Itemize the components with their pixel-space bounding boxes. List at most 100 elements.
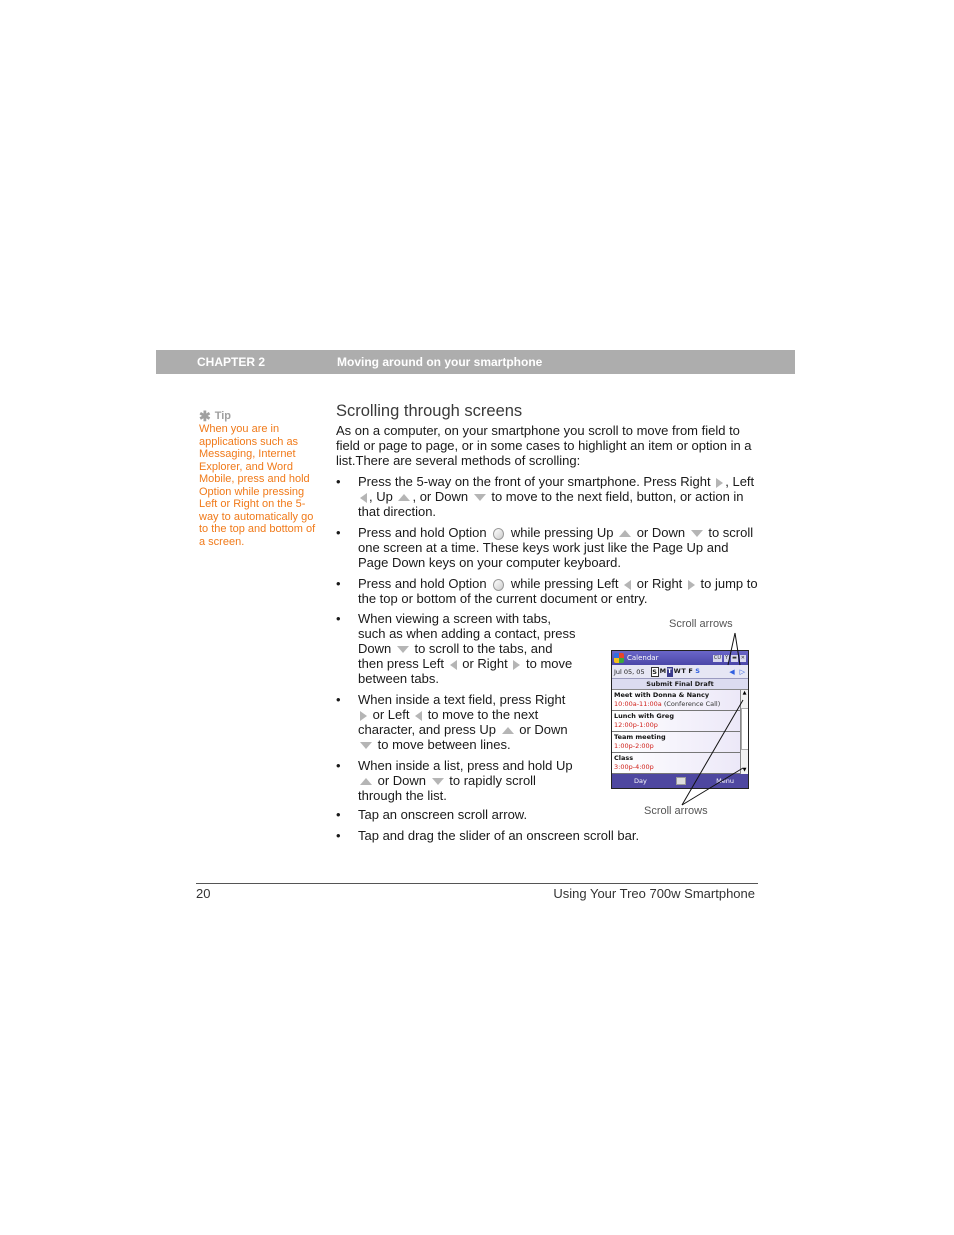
intro-paragraph: As on a computer, on your smartphone you…	[336, 423, 752, 468]
bullet: •	[336, 525, 341, 540]
day-friday[interactable]: F	[688, 667, 694, 677]
asterisk-icon: ✱	[199, 408, 211, 424]
list-item: • Press the 5-way on the front of your s…	[336, 474, 761, 519]
footer-divider	[196, 883, 758, 884]
left-arrow-icon	[415, 710, 423, 721]
up-arrow-icon	[619, 530, 632, 538]
text: When inside a text field, press Right	[358, 692, 566, 707]
list-item: • When inside a list, press and hold Up …	[336, 758, 576, 803]
appointment-time: 10:00a-11:00a	[614, 700, 662, 708]
appointment-item[interactable]: Meet with Donna & Nancy 10:00a-11:00a (C…	[612, 690, 740, 711]
scroll-slider[interactable]	[741, 708, 748, 750]
right-arrow-icon	[360, 710, 367, 721]
list-item: • Press and hold Option while pressing U…	[336, 525, 761, 570]
close-icon: ✕	[739, 654, 746, 662]
chapter-header-bar: CHAPTER 2 Moving around on your smartpho…	[156, 350, 795, 374]
left-arrow-icon	[360, 492, 367, 503]
text: , or Down	[412, 489, 472, 504]
all-day-event[interactable]: Submit Final Draft	[612, 679, 748, 690]
appointment-time: 12:00p-1:00p	[614, 721, 658, 729]
bullet: •	[336, 474, 341, 489]
status-icons: CU Y ▬ ✕	[712, 654, 746, 662]
text: or Down	[633, 525, 689, 540]
scroll-right-arrow-icon[interactable]: ▷	[740, 668, 745, 676]
scrollbar[interactable]: ▲ ▼	[740, 690, 748, 774]
week-day-selector: S M T W T F S	[650, 666, 701, 677]
keyboard-icon[interactable]	[676, 777, 687, 785]
text: or Down	[515, 722, 568, 737]
app-title: Calendar	[627, 654, 659, 662]
tip-text: When you are in applications such as Mes…	[199, 423, 316, 548]
appointment-item[interactable]: Lunch with Greg 12:00p-1:00p	[612, 711, 740, 732]
softkey-menu[interactable]: Menu	[716, 777, 734, 785]
tip-heading: ✱ Tip	[199, 408, 319, 424]
down-arrow-icon	[396, 646, 409, 654]
up-arrow-icon	[360, 778, 372, 786]
text: Tap and drag the slider of an onscreen s…	[358, 828, 640, 843]
day-tuesday[interactable]: T	[666, 666, 673, 677]
text: or Right	[458, 656, 512, 671]
appointment-name: Lunch with Greg	[614, 712, 674, 720]
scroll-left-arrow-icon[interactable]: ◀	[729, 668, 734, 676]
text: , Left	[725, 474, 755, 489]
section-title: Scrolling through screens	[336, 402, 523, 420]
up-arrow-icon	[501, 727, 514, 735]
tip-label: Tip	[214, 410, 232, 422]
appointment-location: (Conference Call)	[663, 700, 721, 708]
scroll-arrows-callout-top: Scroll arrows	[669, 618, 733, 630]
text: or Right	[633, 576, 686, 591]
down-arrow-icon	[690, 530, 703, 538]
chapter-number: CHAPTER 2	[197, 355, 266, 369]
text: Press the 5-way on the front of your sma…	[358, 474, 715, 489]
current-date: Jul 05, 05	[614, 667, 645, 676]
option-key-icon	[493, 578, 505, 591]
battery-icon: ▬	[731, 654, 738, 662]
day-saturday[interactable]: S	[695, 667, 701, 677]
day-wednesday[interactable]: W	[674, 667, 681, 677]
appointment-name: Team meeting	[614, 733, 666, 741]
list-item: • When inside a text field, press Right …	[336, 692, 576, 752]
chapter-title: Moving around on your smartphone	[337, 355, 543, 369]
scroll-arrows-callout-bottom: Scroll arrows	[644, 805, 708, 817]
bullet: •	[336, 576, 341, 591]
bullet: •	[336, 611, 341, 626]
connection-icon: CU	[712, 654, 722, 662]
list-item: • When viewing a screen with tabs, such …	[336, 611, 576, 686]
scroll-methods-list: • Press the 5-way on the front of your s…	[336, 474, 761, 612]
appointment-item[interactable]: Class 3:00p-4:00p	[612, 753, 740, 774]
left-arrow-icon	[624, 579, 632, 590]
down-arrow-icon	[431, 778, 444, 786]
appointment-item[interactable]: Team meeting 1:00p-2:00p	[612, 732, 740, 753]
bullet: •	[336, 692, 341, 707]
page-number: 20	[196, 886, 211, 901]
softkey-bar: Day Menu	[612, 774, 748, 788]
text: When inside a list, press and hold Up	[358, 758, 573, 773]
phone-date-bar: Jul 05, 05 S M T W T F S ◀ ▷	[612, 665, 748, 679]
scroll-methods-list-continued: • When viewing a screen with tabs, such …	[336, 611, 576, 809]
main-content: Scrolling through screens As on a comput…	[336, 401, 761, 468]
left-arrow-icon	[449, 659, 457, 670]
right-arrow-icon	[716, 477, 724, 488]
tip-sidebar: ✱ Tip When you are in applications such …	[199, 408, 319, 548]
right-arrow-icon	[513, 659, 521, 670]
scroll-down-arrow-icon[interactable]: ▼	[742, 767, 747, 774]
appointment-time: 3:00p-4:00p	[614, 763, 654, 771]
windows-start-icon	[614, 653, 624, 663]
day-monday[interactable]: M	[660, 667, 666, 677]
option-key-icon	[493, 527, 505, 540]
appointment-name: Class	[614, 754, 634, 762]
appointment-time: 1:00p-2:00p	[614, 742, 654, 750]
text: while pressing Up	[507, 525, 618, 540]
text: Press and hold Option	[358, 525, 491, 540]
appointment-name: Meet with Donna & Nancy	[614, 691, 710, 699]
signal-icon: Y	[724, 654, 730, 662]
softkey-day[interactable]: Day	[634, 777, 647, 785]
scroll-up-arrow-icon[interactable]: ▲	[742, 690, 747, 697]
day-sunday[interactable]: S	[650, 666, 659, 677]
text: or Left	[369, 707, 414, 722]
text: Press and hold Option	[358, 576, 491, 591]
down-arrow-icon	[360, 742, 372, 750]
appointment-list: Meet with Donna & Nancy 10:00a-11:00a (C…	[612, 690, 740, 774]
day-thursday[interactable]: T	[681, 667, 687, 677]
phone-calendar-screenshot: Calendar CU Y ▬ ✕ Jul 05, 05 S M T W T F…	[611, 650, 749, 789]
